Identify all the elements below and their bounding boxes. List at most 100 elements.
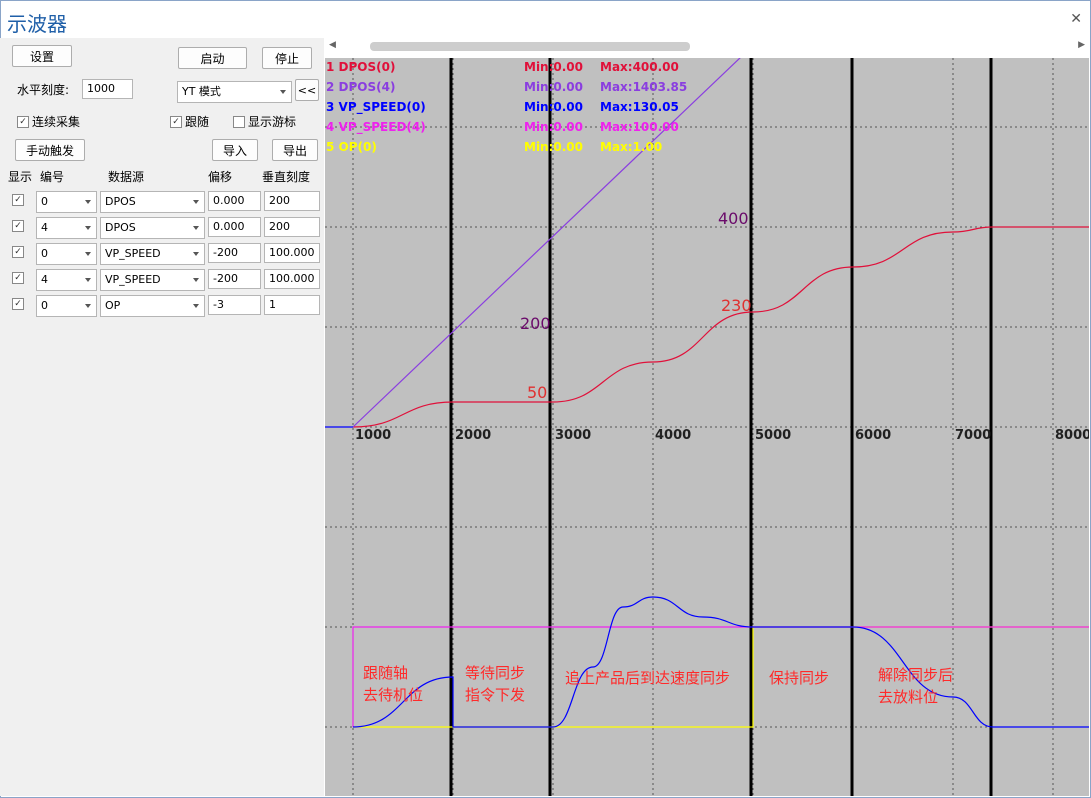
chevron-down-icon <box>280 90 286 94</box>
header-show: 显示 <box>8 170 33 184</box>
point-label: 200 <box>520 314 551 333</box>
row-source-select[interactable]: DPOS <box>100 191 205 213</box>
chevron-down-icon <box>193 304 199 308</box>
horizontal-scrollbar[interactable]: ◀ ▶ <box>325 38 1089 56</box>
import-button[interactable]: 导入 <box>212 139 258 161</box>
row-show-checkbox[interactable]: ✓ <box>12 220 27 232</box>
close-icon[interactable]: ✕ <box>1070 11 1082 27</box>
phase-label: 跟随轴 <box>363 664 408 682</box>
oscilloscope-plot[interactable]: 1000 2000 3000 4000 5000 6000 7000 8000 1 DPOS(… <box>325 58 1089 796</box>
chevron-down-icon <box>85 278 91 282</box>
row-id-select[interactable]: 0 <box>36 243 97 265</box>
manual-trigger-button[interactable]: 手动触发 <box>15 139 85 161</box>
x-tick-label: 4000 <box>655 428 691 443</box>
row-show-checkbox[interactable]: ✓ <box>12 272 27 284</box>
row-source-select[interactable]: VP_SPEED <box>100 243 205 265</box>
legend-min: Min:0.00 <box>524 100 583 114</box>
row-id-value: 0 <box>41 299 48 312</box>
legend-series-name: 5 OP(0) <box>326 140 377 154</box>
hscale-label: 水平刻度: <box>17 83 70 97</box>
phase-label: 去放料位 <box>878 688 938 706</box>
legend-min: Min:0.00 <box>524 80 583 94</box>
check-icon: ✓ <box>12 194 24 206</box>
row-source-select[interactable]: OP <box>100 295 205 317</box>
row-id-select[interactable]: 0 <box>36 295 97 317</box>
point-label: 50 <box>527 383 547 402</box>
chevron-down-icon <box>193 252 199 256</box>
legend-max: Max:130.05 <box>600 100 679 114</box>
row-id-select[interactable]: 4 <box>36 217 97 239</box>
legend-max: Max:1.00 <box>600 140 662 154</box>
scroll-right-icon[interactable]: ▶ <box>1078 40 1085 50</box>
row-vscale-input[interactable]: 200 <box>264 191 320 211</box>
row-source-value: VP_SPEED <box>105 247 161 260</box>
phase-label: 解除同步后 <box>878 666 953 684</box>
export-button[interactable]: 导出 <box>272 139 318 161</box>
legend-min: Min:0.00 <box>524 140 583 154</box>
row-show-checkbox[interactable]: ✓ <box>12 298 27 310</box>
row-source-value: DPOS <box>105 195 136 208</box>
stop-button[interactable]: 停止 <box>262 47 312 69</box>
title-bar: 示波器 ✕ <box>1 1 1090 39</box>
check-icon: ✓ <box>12 246 24 258</box>
legend-series-name: 2 DPOS(4) <box>326 80 395 94</box>
row-vscale-input[interactable]: 100.000 <box>264 269 320 289</box>
start-button[interactable]: 启动 <box>178 47 247 69</box>
phase-label: 去待机位 <box>363 686 423 704</box>
x-tick-label: 7000 <box>955 428 991 443</box>
settings-button[interactable]: 设置 <box>12 45 72 67</box>
row-vscale-input[interactable]: 200 <box>264 217 320 237</box>
header-id: 编号 <box>40 170 65 184</box>
phase-label: 指令下发 <box>465 686 525 704</box>
legend-min: Min:0.00 <box>524 120 583 134</box>
legend-series-name: 4 VP_SPEED(4) <box>326 120 426 135</box>
check-icon: ✓ <box>17 115 29 128</box>
row-source-select[interactable]: VP_SPEED <box>100 269 205 291</box>
continuous-label: 连续采集 <box>32 115 81 129</box>
check-icon: ✓ <box>12 272 24 284</box>
chevron-down-icon <box>193 200 199 204</box>
row-id-value: 4 <box>41 221 48 234</box>
row-offset-input[interactable]: 0.000 <box>208 217 261 237</box>
row-show-checkbox[interactable]: ✓ <box>12 246 27 258</box>
chevron-down-icon <box>85 252 91 256</box>
x-tick-label: 5000 <box>755 428 791 443</box>
scroll-left-icon[interactable]: ◀ <box>329 40 336 50</box>
mode-select-value: YT 模式 <box>182 85 221 98</box>
mode-select[interactable]: YT 模式 <box>177 81 292 103</box>
phase-label: 保持同步 <box>769 669 829 687</box>
follow-checkbox[interactable]: ✓ 跟随 <box>170 113 209 130</box>
unchecked-box-icon <box>233 115 245 128</box>
chevron-down-icon <box>193 226 199 230</box>
row-offset-input[interactable]: -200 <box>208 269 261 289</box>
chevron-down-icon <box>85 304 91 308</box>
header-vscale: 垂直刻度 <box>262 170 311 184</box>
continuous-checkbox[interactable]: ✓ 连续采集 <box>17 113 80 130</box>
row-id-select[interactable]: 0 <box>36 191 97 213</box>
check-icon: ✓ <box>170 115 182 128</box>
row-vscale-input[interactable]: 100.000 <box>264 243 320 263</box>
cursor-checkbox[interactable]: 显示游标 <box>233 113 296 130</box>
phase-label: 等待同步 <box>465 664 525 682</box>
row-offset-input[interactable]: -3 <box>208 295 261 315</box>
row-vscale-input[interactable]: 1 <box>264 295 320 315</box>
legend-series-name: 3 VP_SPEED(0) <box>326 100 426 115</box>
hscale-input[interactable]: 1000 <box>82 79 133 99</box>
x-tick-label: 2000 <box>455 428 491 443</box>
row-show-checkbox[interactable]: ✓ <box>12 194 27 206</box>
legend-max: Max:1403.85 <box>600 80 687 94</box>
scrollbar-thumb[interactable] <box>370 42 690 51</box>
collapse-button[interactable]: << <box>295 79 319 101</box>
phase-label: 追上产品后到达速度同步 <box>565 669 730 687</box>
point-label: 400 <box>718 209 749 228</box>
control-panel: 设置 启动 停止 水平刻度: 1000 YT 模式 << ✓ 连续采集 ✓ 跟随 显… <box>0 38 324 796</box>
row-id-select[interactable]: 4 <box>36 269 97 291</box>
x-tick-label: 6000 <box>855 428 891 443</box>
chevron-down-icon <box>193 278 199 282</box>
row-source-select[interactable]: DPOS <box>100 217 205 239</box>
row-offset-input[interactable]: 0.000 <box>208 191 261 211</box>
x-tick-label: 3000 <box>555 428 591 443</box>
legend-max: Max:400.00 <box>600 60 679 74</box>
row-offset-input[interactable]: -200 <box>208 243 261 263</box>
window-title: 示波器 <box>7 12 67 36</box>
